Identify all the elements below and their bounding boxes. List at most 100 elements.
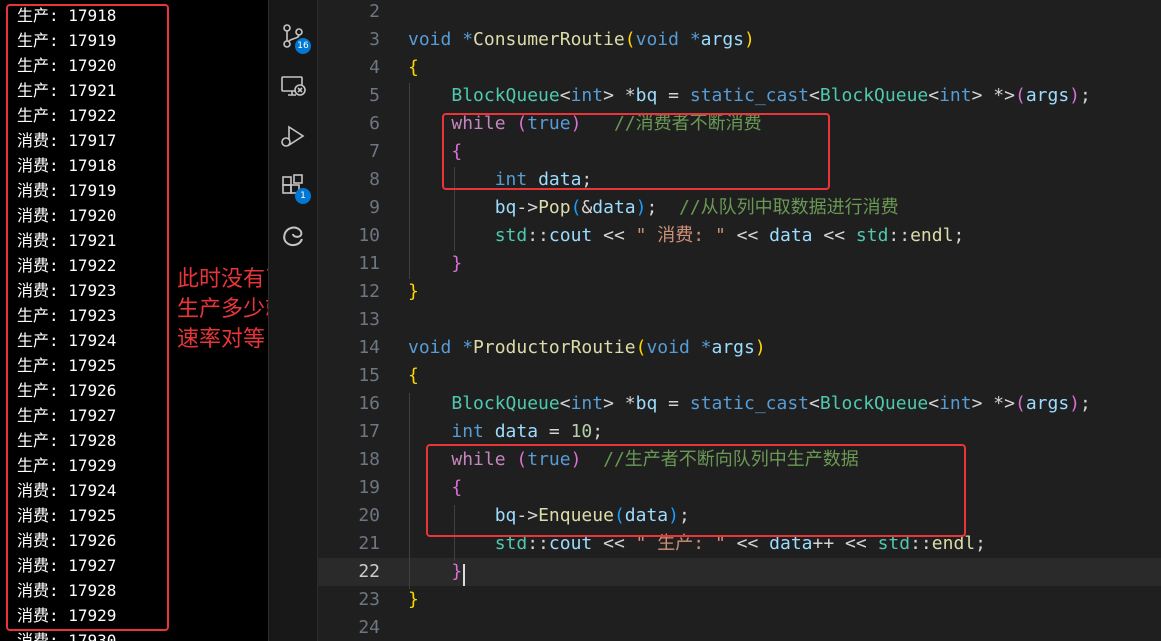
code-token: //从队列中取数据进行消费 bbox=[679, 197, 899, 218]
code-token: ; bbox=[1080, 393, 1091, 414]
text-cursor bbox=[463, 564, 465, 586]
line-number: 16 bbox=[358, 393, 380, 414]
code-token: static_cast bbox=[689, 393, 810, 414]
source-control-icon[interactable]: 16 bbox=[279, 22, 311, 54]
code-line: 14 void *ProductorRoutie(void *args) bbox=[318, 334, 1161, 362]
source-control-badge: 16 bbox=[295, 38, 311, 54]
line-number: 23 bbox=[358, 589, 380, 610]
code-token: int bbox=[570, 85, 604, 106]
code-line: 22 } bbox=[318, 558, 1161, 586]
indent-guide bbox=[409, 393, 410, 589]
line-number: 24 bbox=[358, 617, 380, 638]
code-token: ; bbox=[1080, 85, 1091, 106]
activity-bar: 16 1 bbox=[268, 0, 318, 641]
code-line: 9 bq->Pop(&data); //从队列中取数据进行消费 bbox=[318, 194, 1161, 222]
code-token: } bbox=[408, 281, 419, 302]
code-token: BlockQueue bbox=[819, 85, 929, 106]
code-line: 16 BlockQueue<int> *bq = static_cast<Blo… bbox=[318, 390, 1161, 418]
code-text: void *ConsumerRoutie(void *args) bbox=[408, 26, 755, 54]
code-token: << bbox=[725, 225, 770, 246]
code-token: ProductorRoutie bbox=[473, 337, 636, 358]
code-token: BlockQueue bbox=[451, 85, 560, 106]
code-token: ( bbox=[1014, 393, 1026, 414]
highlight-box-consumer-loop bbox=[442, 113, 830, 190]
code-editor[interactable]: 2 3 void *ConsumerRoutie(void *args) 4{5 Bl… bbox=[318, 0, 1161, 641]
code-token: data bbox=[769, 225, 813, 246]
code-token: ( bbox=[570, 197, 582, 218]
annotation-line-2: 生产多少就消费多少 bbox=[177, 297, 268, 322]
code-token: = bbox=[657, 393, 690, 414]
line-number: 15 bbox=[358, 365, 380, 386]
indent-guide bbox=[409, 83, 410, 279]
code-token: < bbox=[928, 85, 940, 106]
line-number: 13 bbox=[358, 309, 380, 330]
code-token: { bbox=[408, 57, 419, 78]
code-line: 24 bbox=[318, 614, 1161, 641]
remote-explorer-icon[interactable] bbox=[279, 72, 307, 100]
code-token: args bbox=[700, 29, 745, 50]
code-text: BlockQueue<int> *bq = static_cast<BlockQ… bbox=[408, 82, 1091, 110]
code-token: cout bbox=[548, 225, 593, 246]
terminal-panel[interactable]: 生产: 17918 生产: 17919 生产: 17920 生产: 17921 生产: … bbox=[0, 0, 268, 641]
code-text: } bbox=[408, 250, 462, 278]
code-token: ( bbox=[1014, 85, 1026, 106]
line-number: 5 bbox=[369, 85, 380, 106]
code-token: > * bbox=[603, 393, 636, 414]
code-token: ; bbox=[975, 533, 986, 554]
line-number: 4 bbox=[369, 57, 380, 78]
code-token: args bbox=[1025, 393, 1070, 414]
code-token: < bbox=[809, 393, 820, 414]
line-number: 2 bbox=[369, 1, 380, 22]
run-debug-icon[interactable] bbox=[279, 122, 307, 150]
code-token: void bbox=[646, 337, 690, 358]
line-number: 17 bbox=[358, 421, 380, 442]
code-token: < bbox=[809, 85, 820, 106]
line-number: 3 bbox=[369, 29, 380, 50]
code-token: args bbox=[711, 337, 755, 358]
code-line: 15 { bbox=[318, 362, 1161, 390]
code-token: ConsumerRoutie bbox=[473, 29, 625, 50]
code-line: 3 void *ConsumerRoutie(void *args) bbox=[318, 26, 1161, 54]
code-token: ) bbox=[635, 197, 647, 218]
code-token: < bbox=[559, 393, 571, 414]
extensions-icon[interactable]: 1 bbox=[279, 172, 311, 204]
code-token: int bbox=[939, 393, 972, 414]
code-token: int bbox=[451, 421, 484, 442]
code-text: std::cout << " 消费: " << data << std::end… bbox=[408, 222, 965, 250]
code-token: ; bbox=[646, 197, 679, 218]
code-token: ) bbox=[1069, 85, 1081, 106]
code-token: void bbox=[635, 29, 679, 50]
code-line: 23} bbox=[318, 586, 1161, 614]
edge-devtools-icon[interactable] bbox=[279, 222, 307, 250]
code-token: * bbox=[689, 29, 701, 50]
code-text: void *ProductorRoutie(void *args) bbox=[408, 334, 766, 362]
line-number: 9 bbox=[369, 197, 380, 218]
line-number: 8 bbox=[369, 169, 380, 190]
code-token: data bbox=[592, 197, 636, 218]
code-token: endl bbox=[910, 225, 954, 246]
code-token: bq bbox=[635, 85, 658, 106]
code-token: std bbox=[494, 225, 528, 246]
code-line: 4{ bbox=[318, 54, 1161, 82]
highlight-box-terminal bbox=[6, 4, 169, 631]
code-token: } bbox=[408, 589, 419, 610]
code-token: { bbox=[408, 365, 419, 386]
code-token: ( bbox=[635, 337, 647, 358]
annotation-line-3: 速率对等 bbox=[177, 327, 266, 352]
code-token: < bbox=[928, 393, 940, 414]
code-token: args bbox=[1025, 85, 1070, 106]
line-number: 20 bbox=[358, 505, 380, 526]
code-token: Pop bbox=[538, 197, 571, 218]
code-token: ; bbox=[953, 225, 965, 246]
code-token: BlockQueue bbox=[819, 393, 929, 414]
code-text: bq->Pop(&data); //从队列中取数据进行消费 bbox=[408, 194, 899, 222]
code-text: } bbox=[408, 586, 419, 614]
